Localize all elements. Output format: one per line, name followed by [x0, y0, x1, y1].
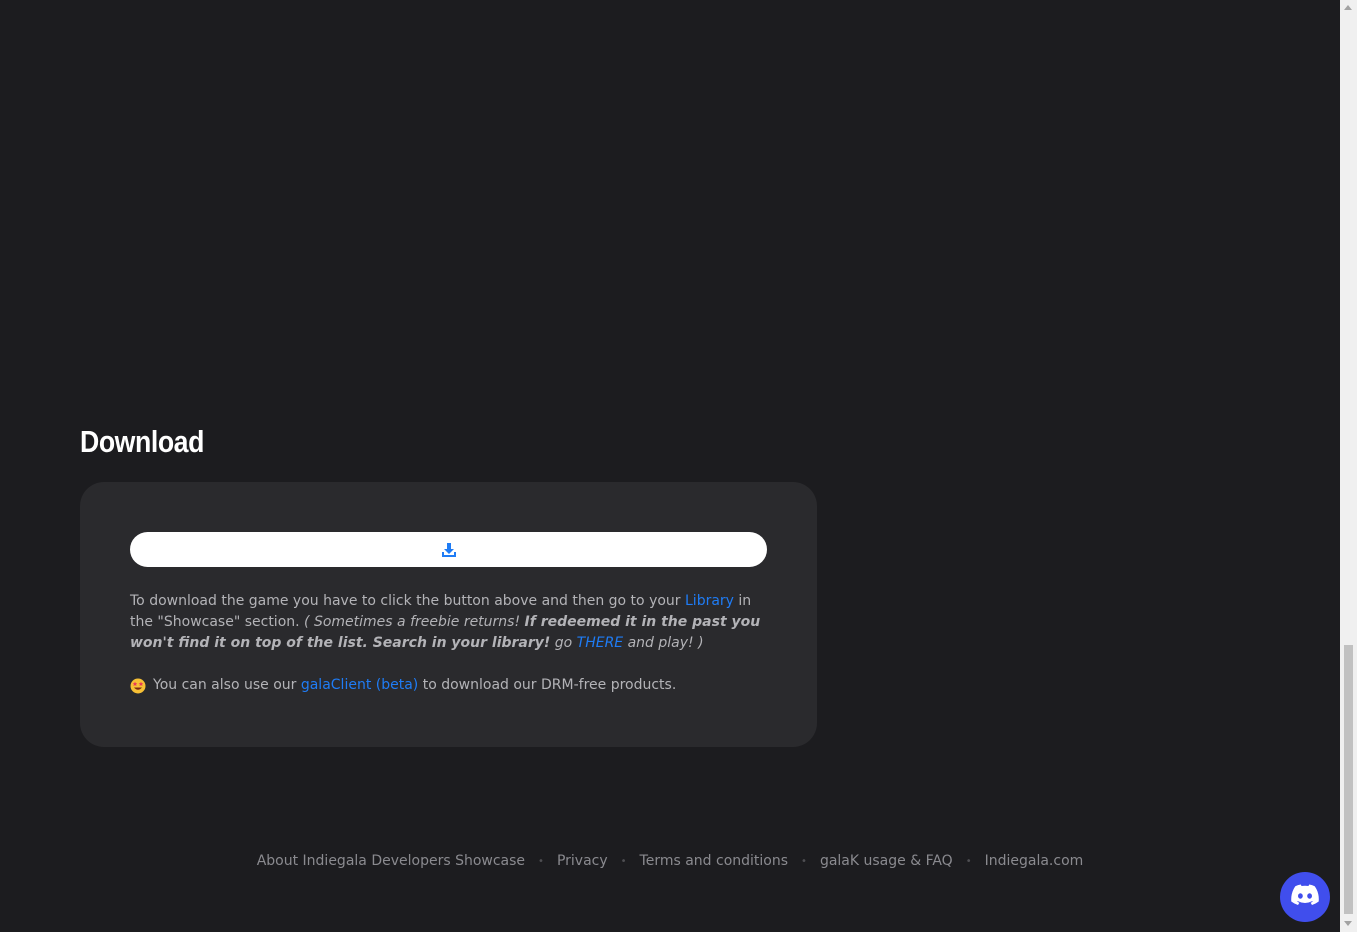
download-instructions: To download the game you have to click t…: [130, 593, 761, 651]
download-icon: [441, 542, 457, 558]
discord-button[interactable]: [1280, 872, 1330, 922]
scroll-up-arrow-icon[interactable]: [1344, 5, 1352, 10]
scrollbar-thumb[interactable]: [1344, 645, 1353, 914]
download-section-title: Download: [80, 424, 204, 459]
main-content: Download To download the game you have t…: [0, 0, 1340, 932]
footer-separator: •: [801, 855, 807, 867]
galaclient-note: You can also use our galaClient (beta) t…: [130, 675, 767, 696]
vertical-scrollbar[interactable]: [1340, 0, 1357, 932]
scroll-down-arrow-icon[interactable]: [1344, 921, 1352, 926]
footer-link-privacy[interactable]: Privacy: [557, 853, 608, 869]
galaclient-link[interactable]: galaClient (beta): [301, 677, 418, 693]
page: Download To download the game you have t…: [0, 0, 1357, 932]
footer-separator: •: [965, 855, 972, 867]
footer-separator: •: [620, 855, 627, 867]
footer-separator: •: [538, 855, 544, 867]
there-link[interactable]: THERE: [577, 635, 624, 651]
library-link[interactable]: Library: [685, 593, 734, 609]
footer-link-galak-faq[interactable]: galaK usage & FAQ: [820, 853, 953, 869]
footer-links: About Indiegala Developers Showcase • Pr…: [0, 853, 1340, 869]
footer-link-indiegala[interactable]: Indiegala.com: [985, 853, 1084, 869]
download-button[interactable]: [130, 532, 767, 567]
footer-link-terms[interactable]: Terms and conditions: [640, 853, 789, 869]
star-struck-emoji-icon: [130, 678, 146, 694]
discord-icon: [1291, 884, 1319, 910]
footer-link-about[interactable]: About Indiegala Developers Showcase: [257, 853, 525, 869]
download-card: To download the game you have to click t…: [80, 482, 817, 747]
